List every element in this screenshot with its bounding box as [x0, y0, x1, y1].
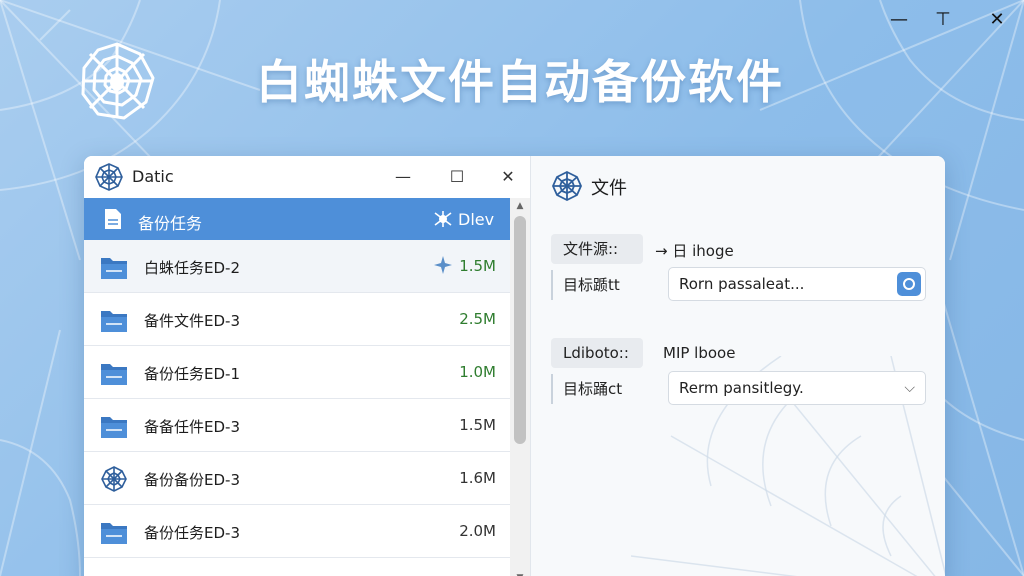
folder-icon: [100, 360, 128, 386]
task-size: 1.0M: [459, 363, 496, 381]
scrollbar-thumb[interactable]: [514, 216, 526, 444]
task-list-header-right-label: Dlev: [458, 210, 495, 229]
task-list: 白蛛任务ED-2 1.5M 备件文件ED-3 2.5M 备份任务ED-1 1.0M 备备任件…: [84, 240, 510, 558]
outer-maximize-button[interactable]: ⊤: [928, 6, 958, 34]
task-name: 备份任务ED-3: [144, 524, 240, 542]
detail-title: 文件: [591, 178, 627, 199]
folder-icon: [100, 307, 128, 333]
task-size: 2.0M: [459, 522, 496, 540]
task-name: 备件文件ED-3: [144, 312, 240, 330]
document-icon: [105, 209, 121, 229]
spider-web-icon: [95, 163, 123, 191]
target-path-value-1: Rorn passaleat...: [679, 275, 805, 293]
window-maximize-button[interactable]: ☐: [444, 164, 470, 190]
browse-button[interactable]: [897, 272, 921, 296]
target-label-1: 目标踬tt: [551, 270, 643, 300]
folder-icon: [100, 413, 128, 439]
spider-web-icon: [100, 466, 128, 492]
task-name: 备备任件ED-3: [144, 418, 240, 436]
spider-web-icon: [552, 170, 582, 202]
source-value-1: → 日 ihoge: [655, 242, 734, 260]
task-name: 备份备份ED-3: [144, 471, 240, 489]
scroll-up-icon[interactable]: ▲: [510, 198, 530, 214]
target-path-input-1[interactable]: Rorn passaleat...: [668, 267, 926, 301]
task-list-window: Datic — ☐ ✕ 备份任务 Dlev 白蛛任务ED-2 1.5M 备件文件ED…: [84, 156, 530, 576]
spider-web-logo-icon: [81, 42, 155, 120]
source-label-2: Ldiboto::: [551, 338, 643, 368]
task-row[interactable]: 备件文件ED-3 2.5M: [84, 293, 510, 346]
window-minimize-button[interactable]: —: [390, 164, 416, 190]
task-row[interactable]: 白蛛任务ED-2 1.5M: [84, 240, 510, 293]
task-row[interactable]: 备份备份ED-3 1.6M: [84, 452, 510, 505]
task-row[interactable]: 备份任务ED-1 1.0M: [84, 346, 510, 399]
file-detail-pane: 文件 文件源:: → 日 ihoge 目标踬tt Rorn passaleat.…: [530, 156, 945, 576]
task-row[interactable]: 备份任务ED-3 2.0M: [84, 505, 510, 558]
task-list-header[interactable]: 备份任务 Dlev: [84, 198, 510, 240]
outer-minimize-button[interactable]: —: [884, 6, 914, 34]
task-row[interactable]: 备备任件ED-3 1.5M: [84, 399, 510, 452]
folder-icon: [100, 519, 128, 545]
folder-icon: [100, 254, 128, 280]
spider-icon: [434, 211, 452, 227]
target-path-value-2: Rerm pansitlegy.: [679, 379, 804, 397]
target-path-select-2[interactable]: Rerm pansitlegy. ⌵: [668, 371, 926, 405]
task-name: 白蛛任务ED-2: [144, 259, 240, 277]
gear-icon: [903, 278, 915, 290]
outer-close-button[interactable]: ✕: [982, 6, 1012, 34]
task-list-header-label: 备份任务: [138, 214, 203, 233]
task-name: 备份任务ED-1: [144, 365, 240, 383]
task-size: 1.6M: [459, 469, 496, 487]
source-value-2: MIP lbooe: [663, 344, 736, 362]
sparkle-icon: [434, 256, 452, 274]
window-titlebar: Datic — ☐ ✕: [84, 156, 530, 198]
task-size: 2.5M: [459, 310, 496, 328]
task-size: 1.5M: [459, 416, 496, 434]
task-size: 1.5M: [459, 257, 496, 275]
window-title: Datic: [132, 167, 174, 186]
window-close-button[interactable]: ✕: [495, 164, 521, 190]
chevron-down-icon[interactable]: ⌵: [904, 372, 915, 404]
source-label-1: 文件源::: [551, 234, 643, 264]
task-list-scrollbar[interactable]: ▲ ▼: [510, 198, 530, 576]
app-title: 白蜘蛛文件自动备份软件: [256, 55, 784, 109]
target-label-2: 目标踊ct: [551, 374, 643, 404]
main-panel: Datic — ☐ ✕ 备份任务 Dlev 白蛛任务ED-2 1.5M 备件文件ED…: [84, 156, 945, 576]
scroll-down-icon[interactable]: ▼: [510, 570, 530, 576]
